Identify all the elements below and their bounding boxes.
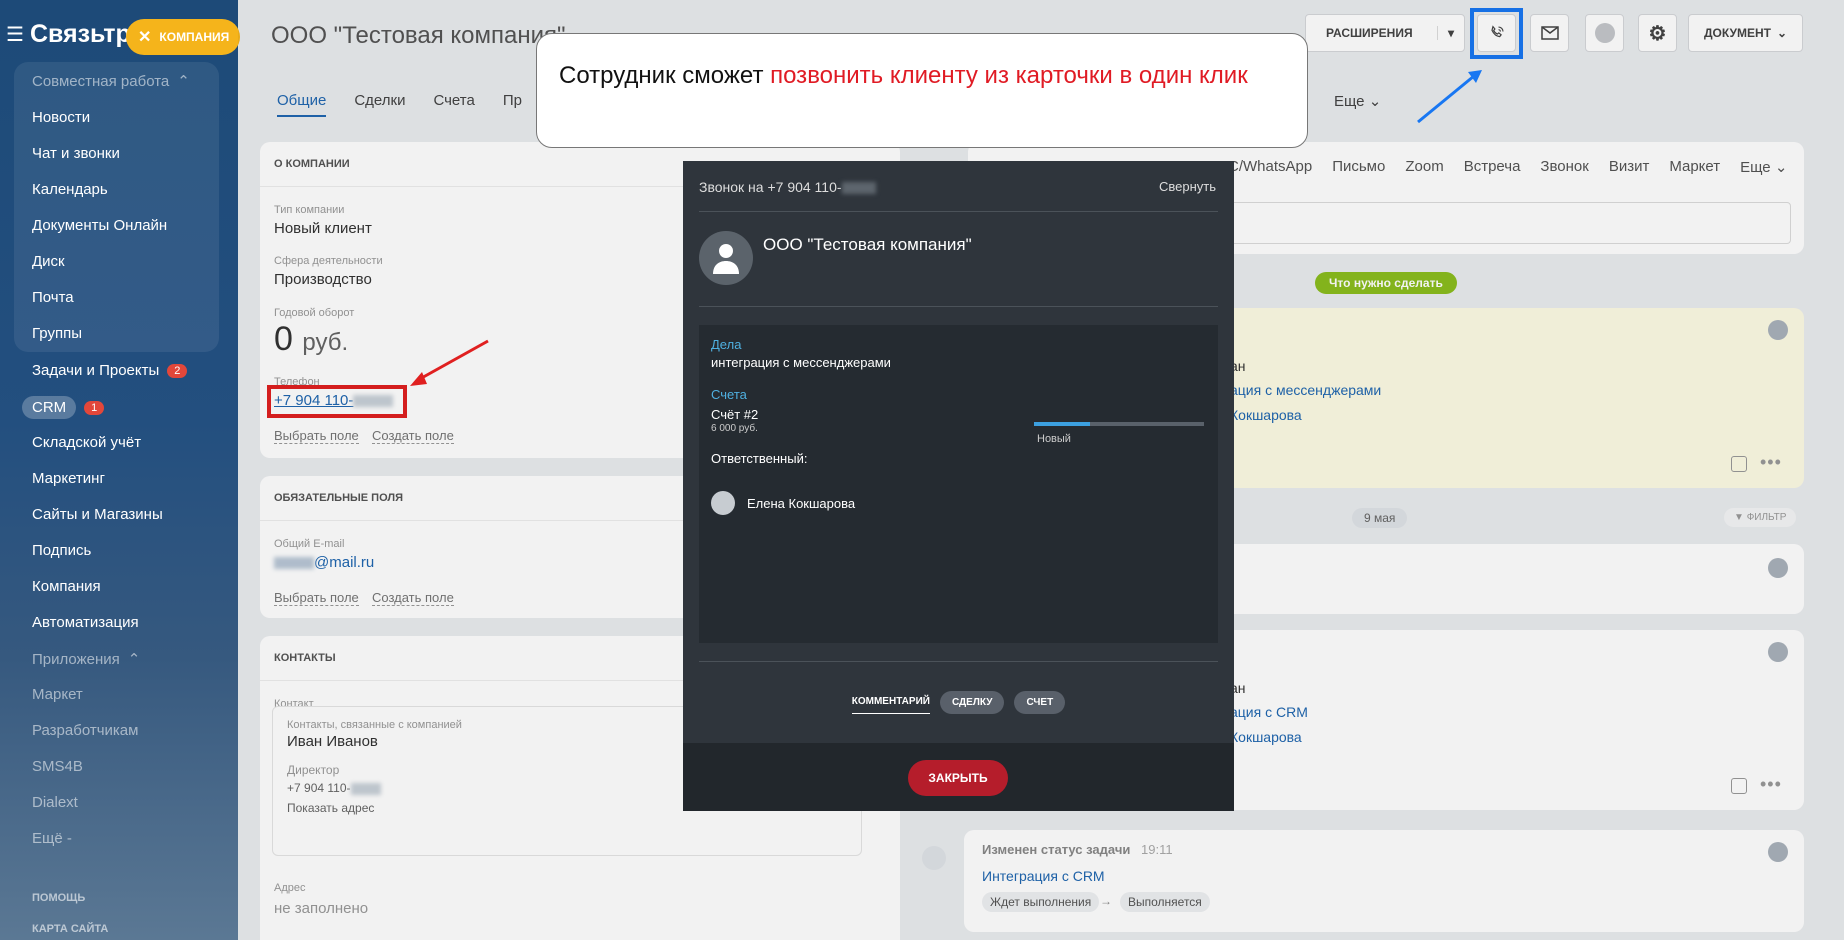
collapse-button[interactable]: Свернуть — [1159, 179, 1216, 194]
redacted-digits — [841, 182, 876, 195]
invoice-amount: 6 000 руб. — [711, 423, 758, 434]
invoice-progress — [1034, 422, 1204, 426]
invoice-status: Новый — [1037, 433, 1071, 445]
callout-text: Сотрудник сможет — [559, 62, 771, 89]
close-call-button[interactable]: ЗАКРЫТЬ — [908, 760, 1008, 796]
call-info-panel: Дела интеграция с мессенджерами Счета Сч… — [699, 325, 1218, 643]
call-dialog-footer: ЗАКРЫТЬ — [683, 743, 1234, 811]
callout-highlight: позвонить клиенту из карточки в один кли… — [770, 62, 1248, 89]
invoices-label: Счета — [711, 387, 747, 402]
deals-value[interactable]: интеграция с мессенджерами — [711, 355, 891, 370]
invoice-name[interactable]: Счёт #2 — [711, 407, 758, 422]
call-number: Звонок на +7 904 110- — [699, 179, 842, 195]
call-dialog: Звонок на +7 904 110- Свернуть ООО "Тест… — [683, 161, 1234, 811]
user-avatar-icon — [711, 491, 735, 515]
company-avatar — [699, 231, 753, 285]
person-icon — [713, 244, 739, 274]
divider — [699, 661, 1218, 662]
tab-comment[interactable]: КОММЕНТАРИЙ — [851, 690, 930, 714]
call-dialog-title: Звонок на +7 904 110- — [699, 179, 876, 195]
red-arrow-line — [417, 339, 489, 382]
tab-create-deal[interactable]: СДЕЛКУ — [939, 690, 1005, 714]
call-company-name[interactable]: ООО "Тестовая компания" — [763, 235, 972, 255]
deals-label: Дела — [711, 337, 742, 352]
divider — [699, 211, 1218, 212]
red-arrow-head — [410, 372, 427, 386]
invoice-progress-fill — [1034, 422, 1091, 426]
call-action-tabs: КОММЕНТАРИЙ СДЕЛКУ СЧЕТ — [683, 690, 1234, 714]
responsible-label: Ответственный: — [711, 451, 808, 466]
responsible-name[interactable]: Елена Кокшарова — [747, 496, 855, 511]
annotation-callout: Сотрудник сможет позвонить клиенту из ка… — [536, 33, 1308, 148]
tab-create-invoice[interactable]: СЧЕТ — [1014, 690, 1066, 714]
blue-arrow-line — [1417, 74, 1475, 124]
divider — [699, 306, 1218, 307]
